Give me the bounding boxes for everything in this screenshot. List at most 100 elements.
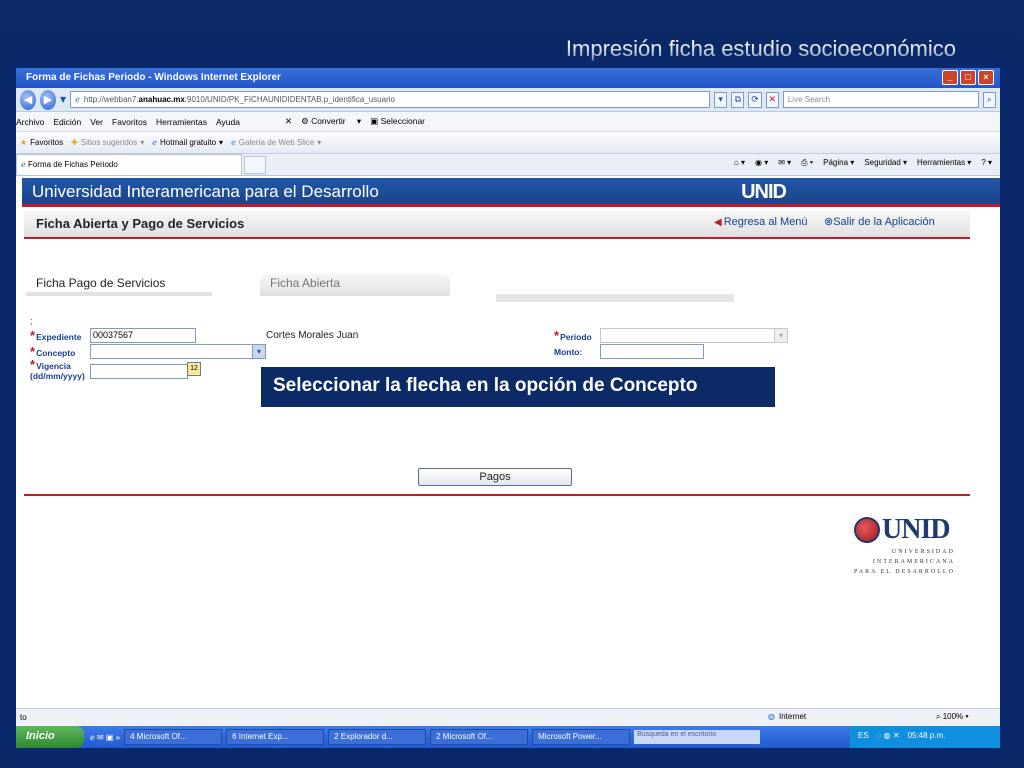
fav-web-slice[interactable]: ℯ Galería de Web Slice ▾ [231,138,321,147]
menu-ver[interactable]: Ver [90,117,103,127]
system-tray: ES ◌ ◍ ✕ 05:48 p.m. [850,726,1000,748]
address-toolbar: ◀ ▶ ▼ ℯ http://webban7.anahuac.mx:9010/U… [16,88,1000,112]
close-button[interactable]: × [978,70,994,85]
feeds-icon[interactable]: ◉ ▾ [755,158,768,168]
status-bar: to ◍ Internet ⌕ 100% ▾ [16,708,1000,726]
minimize-button[interactable]: _ [942,70,958,85]
language-indicator[interactable]: ES [858,731,869,743]
ie-icon: ℯ [152,138,158,147]
page-icon: ℯ [21,160,26,169]
divider [24,494,970,496]
new-tab-button[interactable] [244,155,266,174]
fav-suggested-sites[interactable]: ✚ Sitios sugeridos ▾ [71,138,144,147]
exit-app-link[interactable]: ⊗Salir de la Aplicación [824,215,935,228]
address-dropdown-icon[interactable]: ▾ [714,91,728,108]
expediente-label: *Expediente [30,328,82,343]
add-favorite-icon: ✚ [71,138,78,147]
window-title: Forma de Fichas Periodo - Windows Intern… [26,72,281,83]
calendar-icon[interactable]: 12 [187,362,201,376]
task-powerpoint[interactable]: Microsoft Power... [532,729,631,745]
section-title: Ficha Abierta y Pago de Servicios [36,216,245,231]
stop-icon[interactable]: ✕ [765,91,779,108]
browser-window: Forma de Fichas Periodo - Windows Intern… [16,68,1000,748]
tab-placeholder [496,294,734,302]
address-bar[interactable]: ℯ http://webban7.anahuac.mx:9010/UNID/PK… [70,91,711,108]
search-input[interactable]: Live Search [782,91,979,108]
security-menu[interactable]: Seguridad ▾ [864,158,907,168]
taskbar: Inicio ℯ ✉ ▣ » 4 Microsoft Of... 6 Inter… [16,726,1000,748]
tools-menu[interactable]: Herramientas ▾ [917,158,971,168]
stray-semicolon: ; [30,316,33,326]
back-icon[interactable]: ◀ [20,89,36,110]
concepto-select[interactable]: ▾ [90,344,266,359]
page-menu[interactable]: Página ▾ [823,158,854,168]
task-office-1[interactable]: 4 Microsoft Of... [124,729,223,745]
home-icon[interactable]: ⌂ ▾ [734,158,745,168]
vigencia-label: *Vigencia (dd/mm/yyyy) [30,357,85,381]
menu-bar: Archivo Edición Ver Favoritos Herramient… [16,112,1000,132]
menu-ayuda[interactable]: Ayuda [216,117,240,127]
clock: 05:48 p.m. [907,731,946,740]
tray-icons[interactable]: ◌ ◍ ✕ [877,731,900,743]
instruction-callout: Seleccionar la flecha en la opción de Co… [260,366,776,408]
command-bar: ⌂ ▾ ◉ ▾ ✉ ▾ ⎙ ▾ Página ▾ Seguridad ▾ Her… [734,158,992,168]
start-button[interactable]: Inicio [16,726,84,748]
page-icon: ℯ [75,95,80,104]
zoom-level[interactable]: ⌕ 100% ▾ [936,712,969,722]
fav-hotmail[interactable]: ℯ Hotmail gratuito ▾ [152,138,223,147]
tab-strip: ℯ Forma de Fichas Periodo ⌂ ▾ ◉ ▾ ✉ ▾ ⎙ … [16,154,1000,176]
close-circle-icon: ⊗ [824,216,834,228]
task-explorer[interactable]: 2 Explorador d... [328,729,427,745]
unid-logo: UNID UNIVERSIDAD INTERAMERICANA PARA EL … [854,514,955,575]
mail-icon[interactable]: ✉ ▾ [778,158,791,168]
globe-icon: ◍ [768,712,775,721]
history-dropdown-icon[interactable]: ▼ [60,95,66,104]
refresh-icon[interactable]: ⟳ [748,91,762,108]
maximize-button[interactable]: □ [960,70,976,85]
unid-banner-logo: UNID [741,181,787,203]
student-name: Cortes Morales Juan [266,330,359,341]
expediente-input[interactable]: 00037567 [90,328,196,343]
search-icon[interactable]: ⌕ [982,91,997,108]
arrow-left-icon: ◀ [714,216,722,228]
window-title-bar: Forma de Fichas Periodo - Windows Intern… [16,68,1000,88]
section-header: Ficha Abierta y Pago de Servicios ◀ Regre… [24,211,970,239]
desktop-search-input[interactable]: Búsqueda en el escritorio [634,730,761,744]
chevron-down-icon[interactable]: ▾ [252,345,265,358]
tab-ficha-abierta[interactable]: Ficha Abierta [260,274,450,296]
periodo-select[interactable]: ▾ [600,328,788,343]
university-banner: Universidad Interamericana para el Desar… [22,178,1000,207]
ie-icon: ℯ [231,138,236,147]
periodo-label: *Periodo [554,328,592,343]
print-icon[interactable]: ⎙ ▾ [801,158,813,168]
task-internet-explorer[interactable]: 6 Internet Exp... [226,729,325,745]
back-to-menu-link[interactable]: ◀ Regresa al Menú [714,216,807,228]
monto-label: Monto: [554,347,583,357]
slide-title: Impresión ficha estudio socioeconómico [565,36,956,61]
star-icon: ★ [20,138,28,147]
close-toolbar-icon[interactable]: ✕ [285,116,292,127]
menu-archivo[interactable]: Archivo [16,117,44,127]
tab-ficha-pago[interactable]: Ficha Pago de Servicios [26,274,212,296]
select-button[interactable]: ▣ Seleccionar [370,116,434,127]
forward-icon[interactable]: ▶ [39,89,56,110]
favorites-bar: ★ Favoritos ✚ Sitios sugeridos ▾ ℯ Hotmail … [16,132,1000,154]
convert-button[interactable]: ⚙ Convertir ▾ [301,116,361,127]
help-icon[interactable]: ? ▾ [981,158,992,168]
pagos-button[interactable]: Pagos [418,468,572,486]
task-office-2[interactable]: 2 Microsoft Of... [430,729,529,745]
menu-edicion[interactable]: Edición [53,117,81,127]
browser-tab[interactable]: ℯ Forma de Fichas Periodo [16,154,242,175]
vigencia-input[interactable] [90,364,188,379]
chevron-down-icon[interactable]: ▾ [774,329,787,342]
concepto-label: *Concepto [30,344,76,359]
quick-launch-icons[interactable]: ℯ ✉ ▣ » [90,733,120,742]
menu-herramientas[interactable]: Herramientas [156,117,207,127]
banner-title: Universidad Interamericana para el Desar… [32,182,379,201]
status-text: to [20,713,27,722]
favorites-button[interactable]: ★ Favoritos [20,138,63,147]
compatibility-icon[interactable]: ⧉ [731,91,745,108]
monto-input[interactable] [600,344,704,359]
globe-icon [854,517,880,543]
menu-favoritos[interactable]: Favoritos [112,117,147,127]
